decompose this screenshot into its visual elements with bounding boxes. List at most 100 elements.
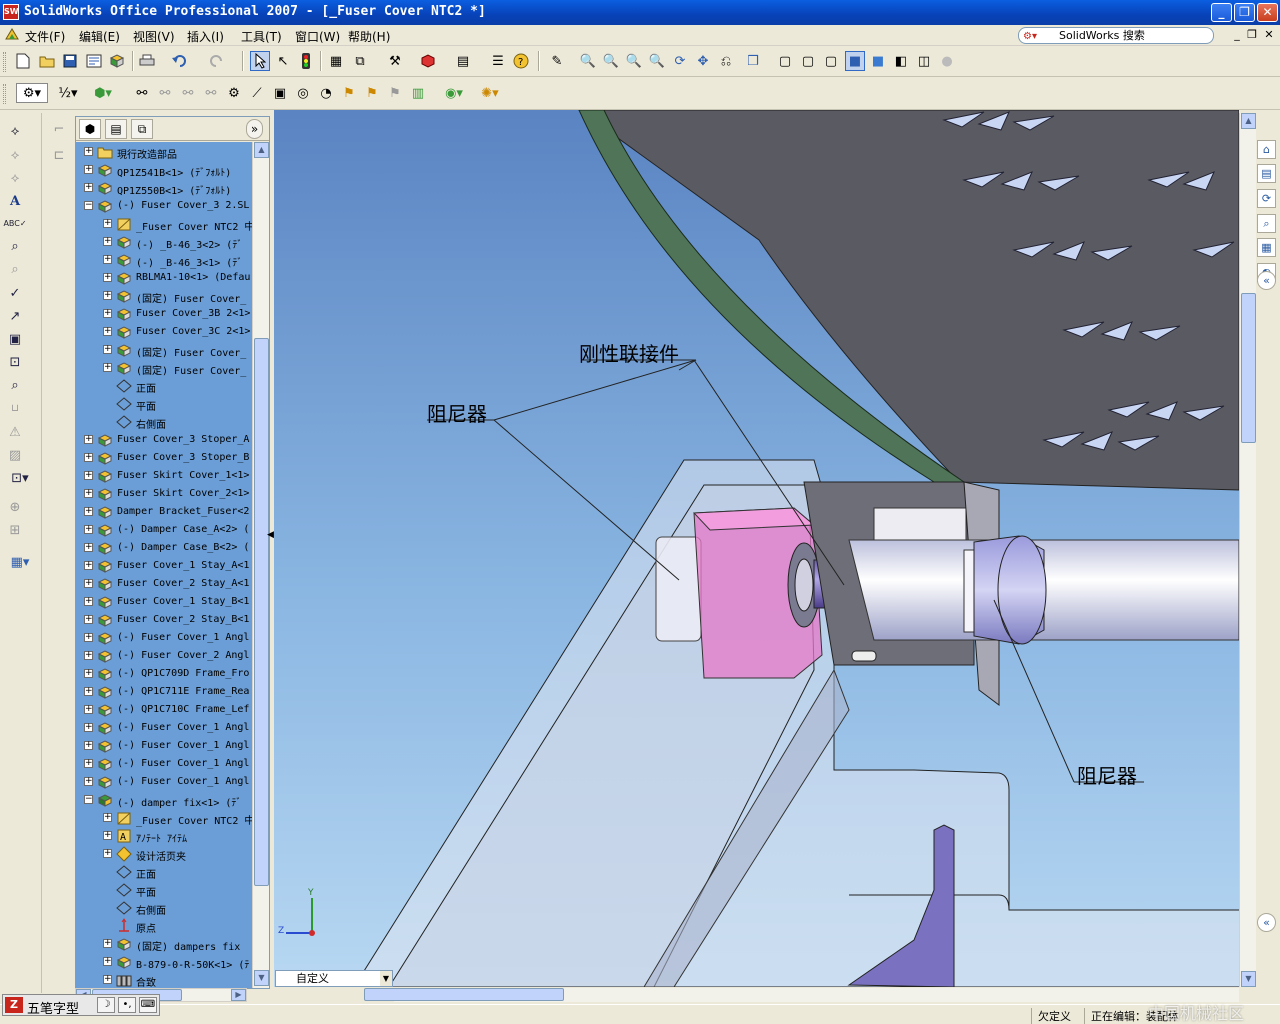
- expand-icon[interactable]: +: [84, 723, 93, 732]
- menu-insert[interactable]: 插入(I): [187, 28, 224, 45]
- unsuppress-icon[interactable]: ⚑: [362, 83, 382, 103]
- tree-item[interactable]: + Fuser Cover_3 Stoper_B: [76, 449, 252, 467]
- expand-icon[interactable]: +: [84, 471, 93, 480]
- tree-item[interactable]: + B-879-0-R-50K<1> (ﾃ: [76, 953, 252, 971]
- text-icon[interactable]: A: [4, 191, 26, 211]
- expand-icon[interactable]: +: [84, 633, 93, 642]
- tree-item[interactable]: + Fuser Skirt Cover_2<1>: [76, 485, 252, 503]
- section-view-icon[interactable]: ◫: [914, 51, 934, 71]
- expand-icon[interactable]: +: [103, 831, 112, 840]
- tree-item[interactable]: + (固定) Fuser Cover_: [76, 287, 252, 305]
- expand-icon[interactable]: +: [84, 525, 93, 534]
- find-icon[interactable]: ⌕: [4, 259, 26, 279]
- tree-item[interactable]: + (-) _B-46_3<2> (ﾃﾞ: [76, 233, 252, 251]
- file-explorer-icon[interactable]: ⟳: [1257, 189, 1276, 208]
- tree-item[interactable]: + QP1Z550B<1> (ﾃﾞﾌｫﾙﾄ): [76, 179, 252, 197]
- expand-icon[interactable]: +: [84, 705, 93, 714]
- tree-item[interactable]: + Fuser Skirt Cover_1<1>: [76, 467, 252, 485]
- check-mark-icon[interactable]: ✓: [4, 283, 26, 303]
- expand-pane-icon[interactable]: «: [1257, 913, 1276, 932]
- zoom-icon[interactable]: ⌕: [4, 375, 26, 395]
- block-icon[interactable]: ▣: [4, 329, 26, 349]
- expand-icon[interactable]: +: [103, 813, 112, 822]
- tree-item[interactable]: + (-) Fuser Cover_1 Angl: [76, 719, 252, 737]
- expand-panel-icon[interactable]: »: [246, 119, 263, 139]
- collapse-pane-icon[interactable]: «: [1257, 271, 1276, 290]
- new-part-icon[interactable]: ⬢▾: [89, 83, 117, 103]
- menu-tools[interactable]: 工具(T): [241, 28, 282, 45]
- configuration-select[interactable]: 自定义 ▼: [275, 970, 393, 987]
- wireframe-icon[interactable]: ▢: [775, 51, 795, 71]
- toolbar-grip[interactable]: [3, 52, 6, 72]
- tree-item[interactable]: + (-) Fuser Cover_1 Angl: [76, 755, 252, 773]
- zoom-in-out-icon[interactable]: 🔍: [624, 51, 644, 71]
- balloon-icon[interactable]: ⟡: [4, 168, 26, 188]
- tree-item[interactable]: + (-) Fuser Cover_1 Angl: [76, 773, 252, 791]
- tree-item[interactable]: + (固定) dampers fix: [76, 935, 252, 953]
- grid-icon[interactable]: ▦: [326, 51, 346, 71]
- tree-item[interactable]: + A ｱﾉﾃｰﾄ ｱｲﾃﾑ: [76, 827, 252, 845]
- scroll-thumb[interactable]: [364, 988, 564, 1001]
- feature-manager-tab[interactable]: ⬢: [79, 119, 101, 139]
- design-library-icon[interactable]: ▤: [1257, 164, 1276, 183]
- simulation-icon[interactable]: ✺▾: [476, 83, 504, 103]
- view-layout-icon[interactable]: ▤: [453, 51, 473, 71]
- make-assembly-icon[interactable]: [107, 51, 127, 71]
- expand-icon[interactable]: +: [84, 777, 93, 786]
- properties-icon[interactable]: ☰: [488, 51, 508, 71]
- model-view[interactable]: [274, 110, 1239, 987]
- expand-icon[interactable]: +: [84, 543, 93, 552]
- pan-icon[interactable]: ✥: [693, 51, 713, 71]
- smart-dimension-icon[interactable]: ⟡: [4, 121, 26, 141]
- sketch-icon[interactable]: ⌐: [48, 119, 70, 139]
- tree-item[interactable]: + (-) QP1C709D Frame_Fro: [76, 665, 252, 683]
- tree-item[interactable]: + 合致: [76, 971, 252, 988]
- expand-icon[interactable]: +: [84, 507, 93, 516]
- tree-item[interactable]: 平面: [76, 395, 252, 413]
- solidworks-app-icon[interactable]: SW: [3, 4, 19, 20]
- scroll-right-arrow[interactable]: ▶: [231, 989, 246, 1001]
- graphics-area[interactable]: 刚性联接件 阻尼器 阻尼器 Y Z: [274, 110, 1239, 987]
- shaded-icon[interactable]: ■: [868, 51, 888, 71]
- spline-icon[interactable]: ↗: [4, 306, 26, 326]
- callout-damper-right[interactable]: 阻尼器: [1077, 760, 1137, 789]
- callout-damper-left[interactable]: 阻尼器: [427, 398, 487, 427]
- text-box-icon[interactable]: ⊡: [4, 352, 26, 372]
- print-icon[interactable]: [137, 51, 157, 71]
- close-button[interactable]: ✕: [1257, 3, 1278, 22]
- select-other-icon[interactable]: ↖: [273, 51, 293, 71]
- doc-minimize-button[interactable]: _: [1230, 28, 1244, 41]
- property-manager-tab[interactable]: ▤: [105, 119, 127, 139]
- feature-tree[interactable]: + 現行改造部品 + QP1Z541B<1> (ﾃﾞﾌｫﾙﾄ) + QP1Z550B<1>…: [76, 142, 252, 988]
- expand-icon[interactable]: +: [84, 597, 93, 606]
- search-icon[interactable]: ⌕: [1257, 214, 1276, 233]
- scroll-up-arrow[interactable]: ▲: [1241, 113, 1256, 129]
- measure-icon[interactable]: ✎: [547, 51, 567, 71]
- menu-help[interactable]: 帮助(H): [348, 28, 390, 45]
- expand-icon[interactable]: +: [84, 165, 93, 174]
- warning-icon[interactable]: ⚠: [4, 422, 26, 442]
- mate-icon[interactable]: ⚯: [132, 83, 152, 103]
- expand-icon[interactable]: +: [84, 759, 93, 768]
- expand-icon[interactable]: +: [84, 615, 93, 624]
- tree-item[interactable]: + (-) QP1C711E Frame_Rea: [76, 683, 252, 701]
- view-palette-icon[interactable]: ▦: [1257, 238, 1276, 257]
- sketch-entities-icon[interactable]: ⧉: [350, 51, 370, 71]
- zoom-to-fit-icon[interactable]: 🔍: [578, 51, 598, 71]
- exploded-view-icon[interactable]: ⟋: [247, 83, 267, 103]
- edit-component-icon[interactable]: ⚙▾: [16, 83, 48, 103]
- solidworks-search-input[interactable]: ⚙▾ SolidWorks 搜索: [1018, 27, 1214, 44]
- expand-icon[interactable]: +: [103, 219, 112, 228]
- document-menu-icon[interactable]: [4, 27, 20, 43]
- tree-item[interactable]: + (-) Fuser Cover_1 Angl: [76, 737, 252, 755]
- move-component-icon[interactable]: ⚯: [178, 83, 198, 103]
- insert-component-icon[interactable]: ½▾: [54, 83, 82, 103]
- table-dropdown-icon[interactable]: ▦▾: [4, 552, 36, 572]
- zoom-to-selection-icon[interactable]: 🔍: [647, 51, 667, 71]
- tree-item[interactable]: 右側面: [76, 899, 252, 917]
- expand-icon[interactable]: +: [84, 741, 93, 750]
- undo-icon[interactable]: [170, 51, 190, 71]
- tree-item[interactable]: + Fuser Cover_2 Stay_A<1: [76, 575, 252, 593]
- tree-item[interactable]: − (-) damper fix<1> (ﾃﾞ: [76, 791, 252, 809]
- open-icon[interactable]: [37, 51, 57, 71]
